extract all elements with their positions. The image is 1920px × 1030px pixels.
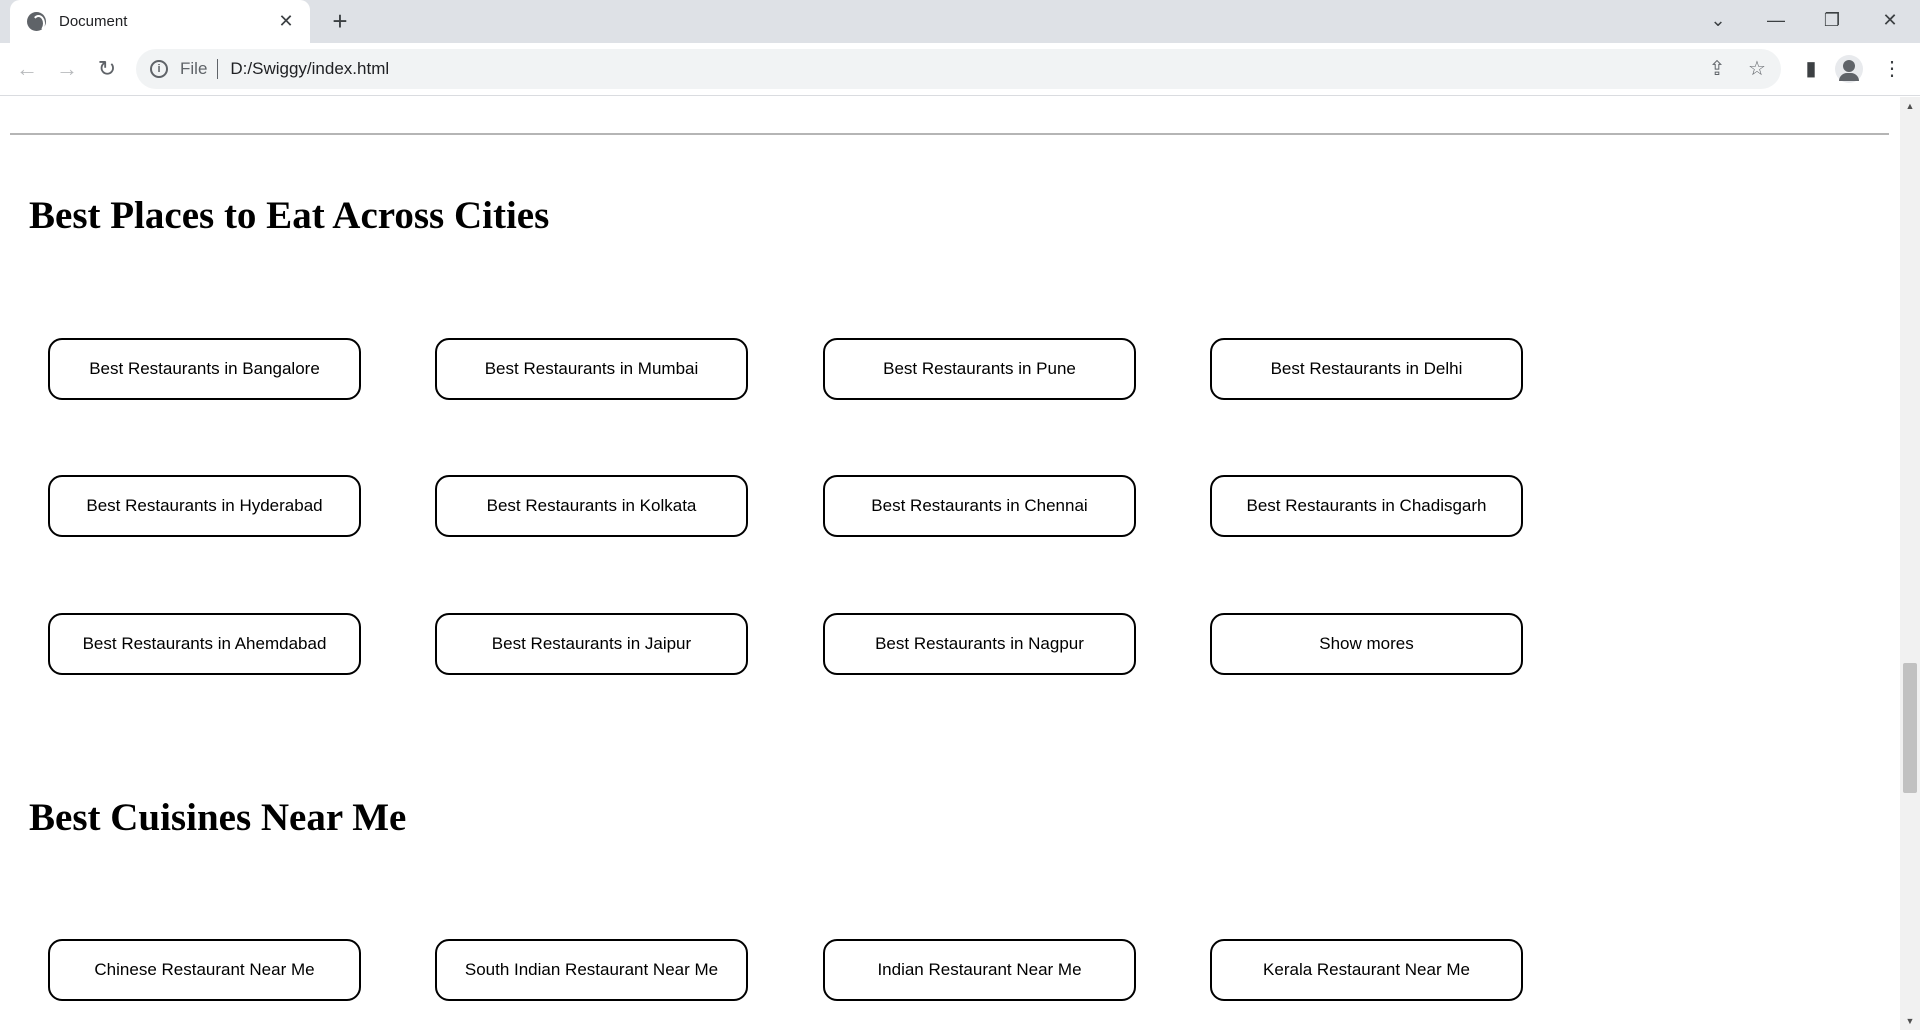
page-viewport: Best Places to Eat Across Cities Best Re… xyxy=(0,97,1920,1030)
city-link-button[interactable]: Best Restaurants in Chadisgarh xyxy=(1210,475,1523,537)
horizontal-divider xyxy=(10,133,1889,135)
cuisines-section-title: Best Cuisines Near Me xyxy=(29,796,407,839)
minimize-icon[interactable]: — xyxy=(1748,0,1804,40)
tab-title: Document xyxy=(59,13,128,30)
globe-icon xyxy=(27,12,46,32)
cuisine-link-button[interactable]: Chinese Restaurant Near Me xyxy=(48,939,361,1001)
close-tab-icon[interactable]: ✕ xyxy=(276,11,296,32)
tab-strip: Document ✕ + ⌄ — ❐ ✕ xyxy=(0,0,1920,43)
cuisine-link-button[interactable]: Indian Restaurant Near Me xyxy=(823,939,1136,1001)
bookmark-star-icon[interactable]: ☆ xyxy=(1743,55,1771,83)
side-panel-icon[interactable]: ▮ xyxy=(1795,53,1827,85)
menu-kebab-icon[interactable]: ⋮ xyxy=(1876,53,1908,85)
new-tab-button[interactable]: + xyxy=(325,6,355,36)
browser-tab[interactable]: Document ✕ xyxy=(10,0,310,43)
show-more-button[interactable]: Show mores xyxy=(1210,613,1523,675)
profile-avatar-icon[interactable] xyxy=(1835,55,1863,83)
scroll-down-arrow-icon[interactable]: ▼ xyxy=(1900,1012,1920,1030)
scroll-up-arrow-icon[interactable]: ▲ xyxy=(1900,97,1920,115)
city-link-button[interactable]: Best Restaurants in Chennai xyxy=(823,475,1136,537)
share-icon[interactable]: ⇪ xyxy=(1703,55,1731,83)
city-link-button[interactable]: Best Restaurants in Jaipur xyxy=(435,613,748,675)
city-link-button[interactable]: Best Restaurants in Hyderabad xyxy=(48,475,361,537)
reload-icon[interactable]: ↻ xyxy=(91,53,123,85)
cities-section-title: Best Places to Eat Across Cities xyxy=(29,194,550,237)
vertical-scrollbar[interactable]: ▲ ▼ xyxy=(1900,97,1920,1030)
city-link-button[interactable]: Best Restaurants in Ahemdabad xyxy=(48,613,361,675)
info-icon[interactable]: i xyxy=(150,60,168,78)
city-link-button[interactable]: Best Restaurants in Mumbai xyxy=(435,338,748,400)
city-link-button[interactable]: Best Restaurants in Pune xyxy=(823,338,1136,400)
back-arrow-icon[interactable]: ← xyxy=(11,53,43,85)
url-separator xyxy=(217,59,219,79)
url-scheme: File xyxy=(180,59,208,78)
forward-arrow-icon[interactable]: → xyxy=(51,53,83,85)
scrollbar-thumb[interactable] xyxy=(1903,663,1917,793)
window-close-icon[interactable]: ✕ xyxy=(1862,0,1918,40)
url-text[interactable]: D:/Swiggy/index.html xyxy=(230,59,389,79)
city-link-button[interactable]: Best Restaurants in Nagpur xyxy=(823,613,1136,675)
browser-toolbar: ← → ↻ i File D:/Swiggy/index.html ⇪ ☆ ▮ … xyxy=(0,43,1920,96)
cuisine-link-button[interactable]: Kerala Restaurant Near Me xyxy=(1210,939,1523,1001)
address-bar[interactable]: i File D:/Swiggy/index.html ⇪ ☆ xyxy=(136,49,1781,89)
restore-icon[interactable]: ❐ xyxy=(1804,0,1860,40)
city-link-button[interactable]: Best Restaurants in Delhi xyxy=(1210,338,1523,400)
city-link-button[interactable]: Best Restaurants in Bangalore xyxy=(48,338,361,400)
city-link-button[interactable]: Best Restaurants in Kolkata xyxy=(435,475,748,537)
tab-search-chevron-icon[interactable]: ⌄ xyxy=(1690,0,1746,40)
cuisine-link-button[interactable]: South Indian Restaurant Near Me xyxy=(435,939,748,1001)
